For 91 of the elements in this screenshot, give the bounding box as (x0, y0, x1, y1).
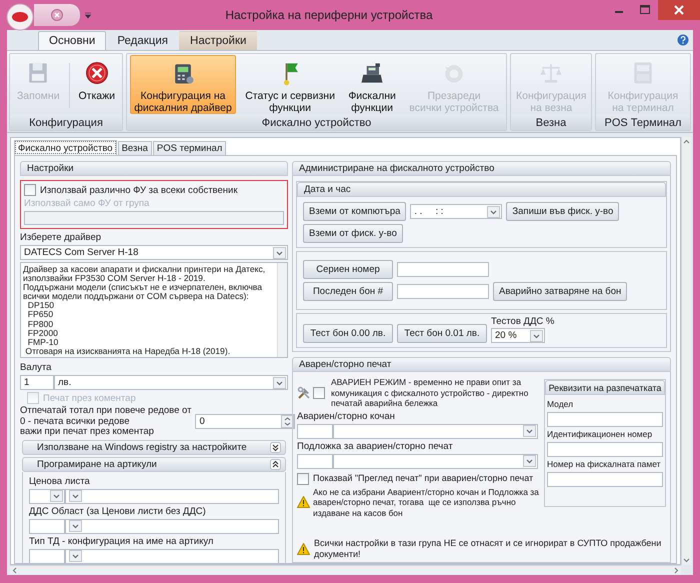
help-icon[interactable] (677, 34, 689, 46)
dropdown[interactable] (65, 548, 279, 563)
field-label: Ценова листа (29, 476, 91, 486)
input-field[interactable] (297, 424, 333, 438)
input-field[interactable] (29, 518, 65, 534)
input-field[interactable] (397, 262, 489, 277)
field-label: Модел (547, 399, 574, 410)
warning-text: Ако не са избрани Авариент/сторно кочан и Подложка за аварен/сторно печат, тогава ще се използва ръчно издаване на касов бон (313, 486, 539, 518)
dropdown[interactable]: 20 % (491, 328, 545, 343)
panel-header: Настройки (20, 161, 288, 176)
ribbon-tab[interactable]: Редакция (106, 31, 180, 50)
panel-header: Администриране на фискалното устройство (292, 161, 671, 176)
window-title: Настройка на периферни устройства (224, 8, 434, 22)
checkbox-label: Показвай "Преглед печат" при авариен/сторно печат (313, 473, 534, 484)
scroll-down-icon[interactable] (682, 556, 691, 565)
number-field[interactable]: 0 (195, 414, 296, 430)
spinner-icon[interactable] (281, 415, 294, 428)
field-label: Отпечатай тотал при повече редове от 0 - печата всички редове важи при печат през коментар (20, 406, 192, 438)
ribbon-tab[interactable]: Настройки (179, 31, 258, 50)
button[interactable]: Тест бон 0.01 лв. (397, 324, 487, 343)
date-time-field[interactable]: . . : : (410, 204, 502, 219)
checkbox-label: АВАРИЕН РЕЖИМ - временно не прави опит за комуникация с фискалното устройство - директно печатай аварийна бележка (331, 377, 528, 408)
collapse-icon[interactable] (270, 458, 281, 470)
field-label: Подложка за авариен/сторно печат (297, 440, 454, 452)
input-field[interactable] (29, 548, 65, 563)
field-label: Валута (20, 362, 52, 373)
warning-icon (297, 542, 310, 554)
checkbox-label: Използвай различно ФУ за всеки собственик (40, 184, 238, 196)
horizontal-scrollbar[interactable] (10, 565, 681, 575)
section-header[interactable]: Използване на Windows registry за настройките (22, 440, 286, 454)
field-label: Използвай само ФУ от група (24, 198, 150, 209)
ribbon-group-label: POS Терминал (596, 115, 690, 130)
close-icon[interactable] (658, 0, 700, 20)
checkbox[interactable] (313, 386, 325, 399)
panel-header: Аварен/сторно печат (292, 357, 671, 372)
button[interactable]: Последен бон # (303, 282, 393, 301)
warning-text: Всички настройки в тази група НЕ се отнасят и се игнорират в СУПТО продажбени документи! (314, 538, 662, 559)
tools-icon (297, 386, 311, 400)
field-label: ДДС Област (за Ценови листи без ДДС) (29, 506, 207, 516)
button[interactable]: Вземи от фиск. у-во (303, 224, 403, 243)
field-label: Тестов ДДС % (491, 316, 554, 327)
ribbon-button[interactable]: Откажи (74, 55, 119, 114)
group-header: Дата и час (297, 182, 666, 197)
scroll-up-icon[interactable] (682, 137, 691, 146)
tab[interactable]: Везна (118, 141, 152, 155)
warning-icon (297, 496, 310, 508)
input-field[interactable] (547, 472, 663, 487)
scroll-left-icon[interactable] (10, 566, 19, 575)
button[interactable]: Тест бон 0.00 лв. (303, 324, 393, 343)
field-label: Тип ТД - конфигурация на име на артикул (29, 536, 214, 546)
field-label: Номер на фискалната памет (547, 459, 662, 470)
ribbon-button[interactable]: Фискални функции (344, 55, 400, 114)
tab[interactable]: Фискално устройство (14, 140, 117, 155)
tab[interactable]: POS терминал (152, 141, 226, 155)
input-field[interactable] (547, 412, 663, 427)
field-label: Изберете драйвер (20, 232, 102, 243)
dropdown[interactable] (333, 454, 538, 468)
dropdown[interactable] (65, 518, 279, 534)
checkbox[interactable] (24, 184, 36, 196)
ribbon-group-label: Везна (511, 115, 591, 130)
ribbon-group-label: Конфигурация (10, 115, 122, 130)
field-label: Авариен/сторно кочан (297, 410, 396, 422)
button[interactable]: Аварийно затваряне на бон (493, 282, 628, 301)
scroll-right-icon[interactable] (672, 566, 681, 575)
dropdown[interactable] (333, 424, 538, 438)
ribbon-button[interactable]: Конфигурация на фискалния драйвер (130, 55, 236, 114)
dropdown[interactable]: лв. (54, 375, 288, 390)
group-header: Реквизити на разпечатката (545, 380, 665, 395)
checkbox[interactable] (297, 472, 309, 484)
input-field[interactable] (297, 454, 333, 468)
dropdown[interactable] (65, 488, 279, 504)
input-field[interactable] (547, 442, 663, 457)
input-field[interactable]: 1 (20, 375, 54, 390)
dropdown[interactable] (29, 488, 65, 504)
app-logo-icon[interactable] (6, 3, 34, 31)
checkbox-label: Печат през коментар (43, 392, 136, 404)
ribbon-button[interactable]: Статус и сервизни функции (241, 55, 339, 114)
button[interactable]: Вземи от компютъра (303, 202, 406, 221)
text-area[interactable]: Драйвер за касови апарати и фискални принтери на Датекс, използвайки FP3530 COM Server H-18 - 2019. Поддържани модели (списъкът не е изчерпателен, включва всички модели поддържани от COM сървера на Datecs): DP150 FP650 FP800 FP2000 FMP-10 Отговаря на изискванията на Наредба Н-18 (2019). (20, 262, 288, 358)
vertical-scrollbar[interactable] (681, 137, 691, 565)
ribbon-group-label: Фискално устройство (127, 115, 506, 130)
expand-icon[interactable] (270, 442, 281, 452)
button[interactable]: Запиши във фиск. у-во (506, 202, 620, 221)
button[interactable]: Сериен номер (303, 260, 393, 279)
input-field[interactable] (397, 284, 489, 299)
field-label: Идентификационен номер (547, 429, 654, 440)
dropdown[interactable]: DATECS Com Server H-18 (20, 245, 288, 260)
close-icon[interactable] (51, 9, 63, 21)
section-header[interactable]: Програмиране на артикули (22, 456, 286, 472)
caret-icon[interactable] (84, 11, 92, 19)
ribbon-tab[interactable]: Основни (38, 31, 106, 50)
